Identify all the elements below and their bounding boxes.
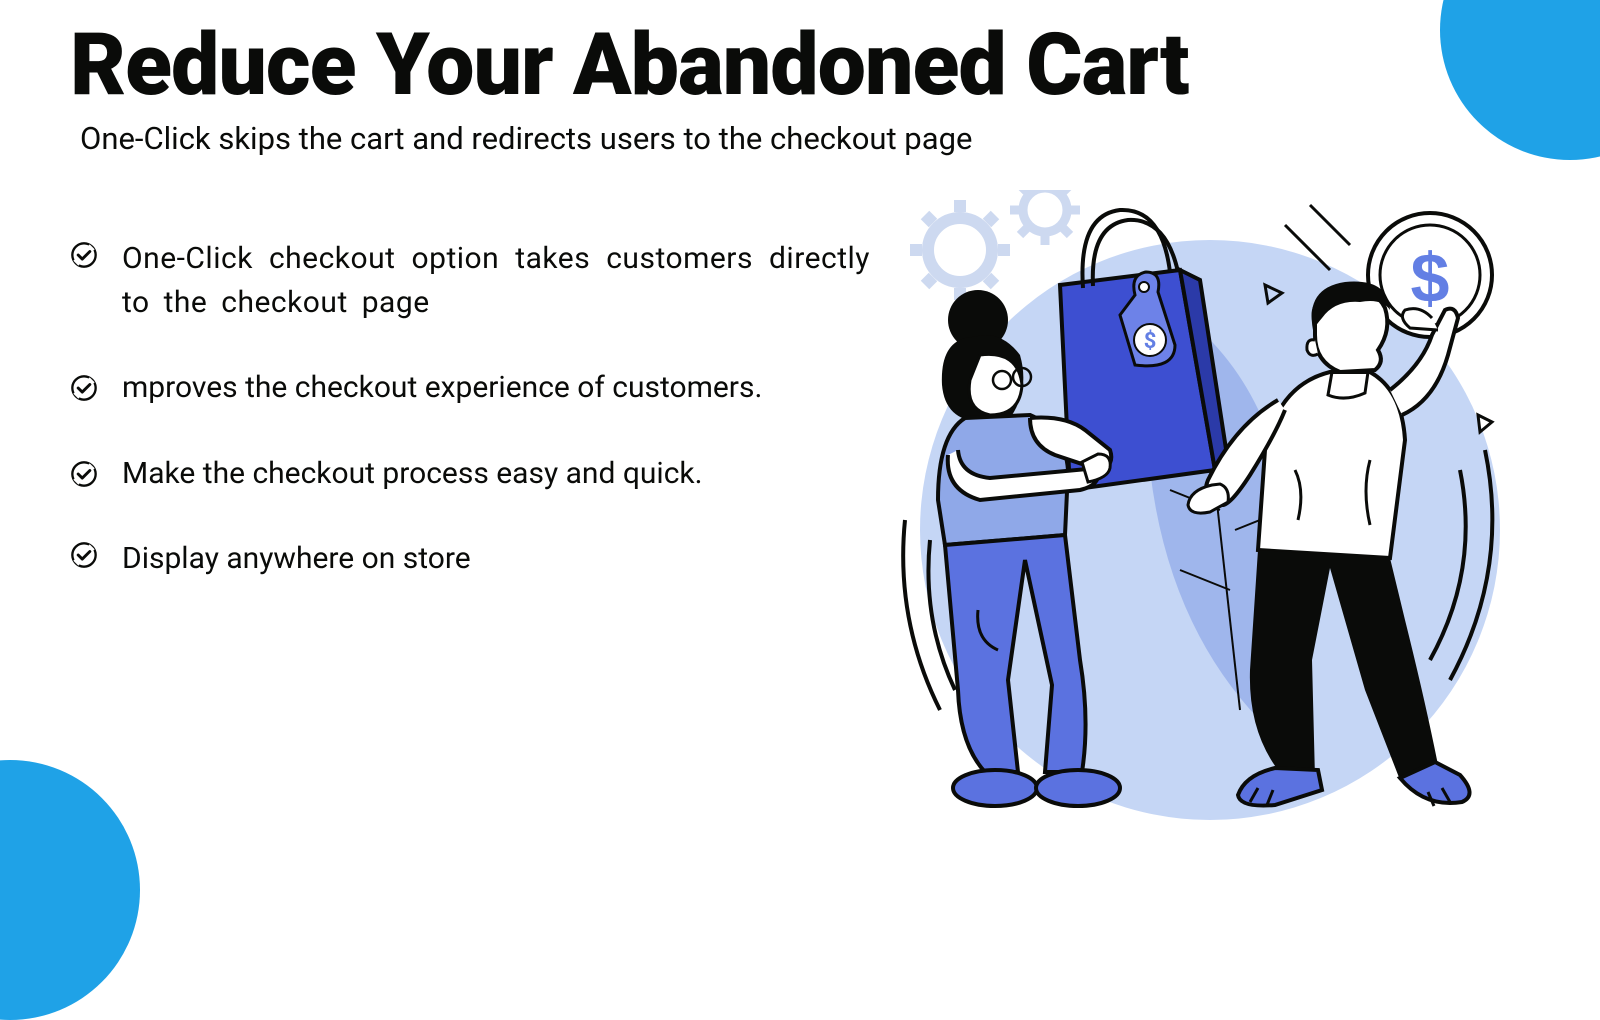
feature-text: Make the checkout process easy and quick…: [122, 452, 703, 496]
feature-item: One-Click checkout option takes customer…: [70, 237, 870, 324]
feature-text: One-Click checkout option takes customer…: [122, 237, 870, 324]
check-icon: [70, 541, 98, 569]
svg-text:$: $: [1144, 329, 1157, 354]
page-title: Reduce Your Abandoned Cart: [70, 20, 1600, 110]
check-icon: [70, 241, 98, 269]
page-subtitle: One-Click skips the cart and redirects u…: [80, 120, 1600, 157]
feature-item: Display anywhere on store: [70, 537, 870, 581]
check-icon: [70, 460, 98, 488]
check-icon: [70, 374, 98, 402]
feature-list: One-Click checkout option takes customer…: [70, 237, 870, 581]
feature-item: Make the checkout process easy and quick…: [70, 452, 870, 496]
svg-text:$: $: [1411, 239, 1450, 317]
feature-text: Display anywhere on store: [122, 537, 471, 581]
shopping-illustration: $ $: [830, 190, 1530, 840]
decorative-corner-bottom-left: [0, 760, 140, 1020]
feature-item: mproves the checkout experience of custo…: [70, 366, 870, 410]
feature-text: mproves the checkout experience of custo…: [122, 366, 762, 410]
